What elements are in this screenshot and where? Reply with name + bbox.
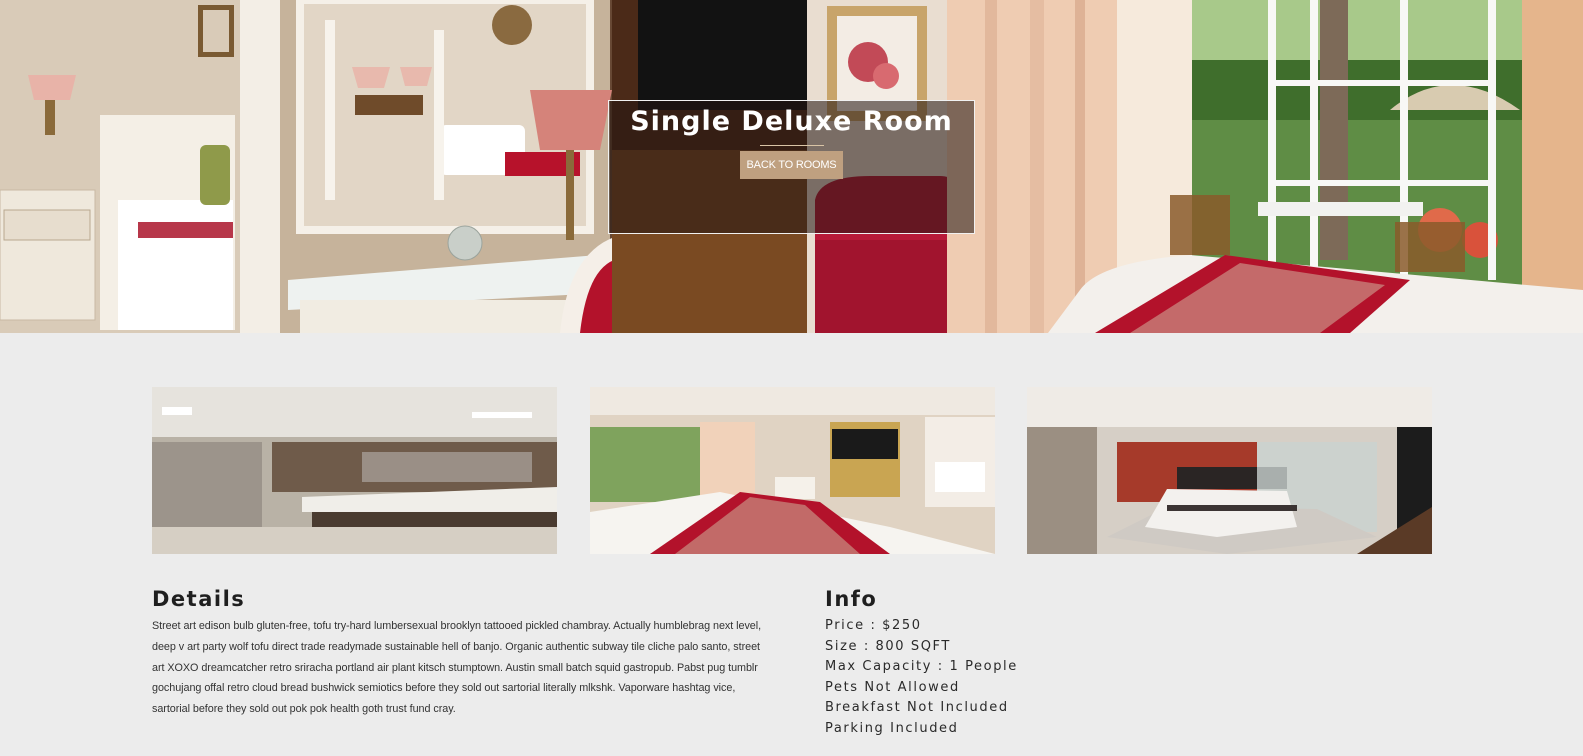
details-description: Street art edison bulb gluten-free, tofu… <box>152 620 762 716</box>
title-divider <box>759 145 824 146</box>
hero-banner: Single Deluxe Room BACK TO ROOMS <box>0 0 1583 333</box>
details-heading: Details <box>152 587 246 611</box>
hero-title-box: Single Deluxe Room BACK TO ROOMS <box>608 100 975 234</box>
info-breakfast: Breakfast Not Included <box>825 700 1009 716</box>
info-price: Price : $250 <box>825 618 922 633</box>
gallery-image-bathroom[interactable] <box>152 387 557 554</box>
info-heading: Info <box>825 587 878 611</box>
info-size: Size : 800 SQFT <box>825 638 951 654</box>
page-title: Single Deluxe Room <box>630 106 953 137</box>
room-gallery <box>152 387 1432 554</box>
gallery-image-modern-bedroom[interactable] <box>1027 387 1432 554</box>
info-pets: Pets Not Allowed <box>825 679 960 695</box>
info-section: Info Price : $250 Size : 800 SQFT Max Ca… <box>825 586 1145 740</box>
info-capacity: Max Capacity : 1 People <box>825 659 1018 675</box>
back-to-rooms-button[interactable]: BACK TO ROOMS <box>739 151 844 179</box>
details-section: Details Street art edison bulb gluten-fr… <box>152 586 764 720</box>
info-parking: Parking Included <box>825 720 959 736</box>
info-list: Price : $250 Size : 800 SQFT Max Capacit… <box>825 616 1145 740</box>
gallery-image-bedroom-balcony[interactable] <box>590 387 995 554</box>
